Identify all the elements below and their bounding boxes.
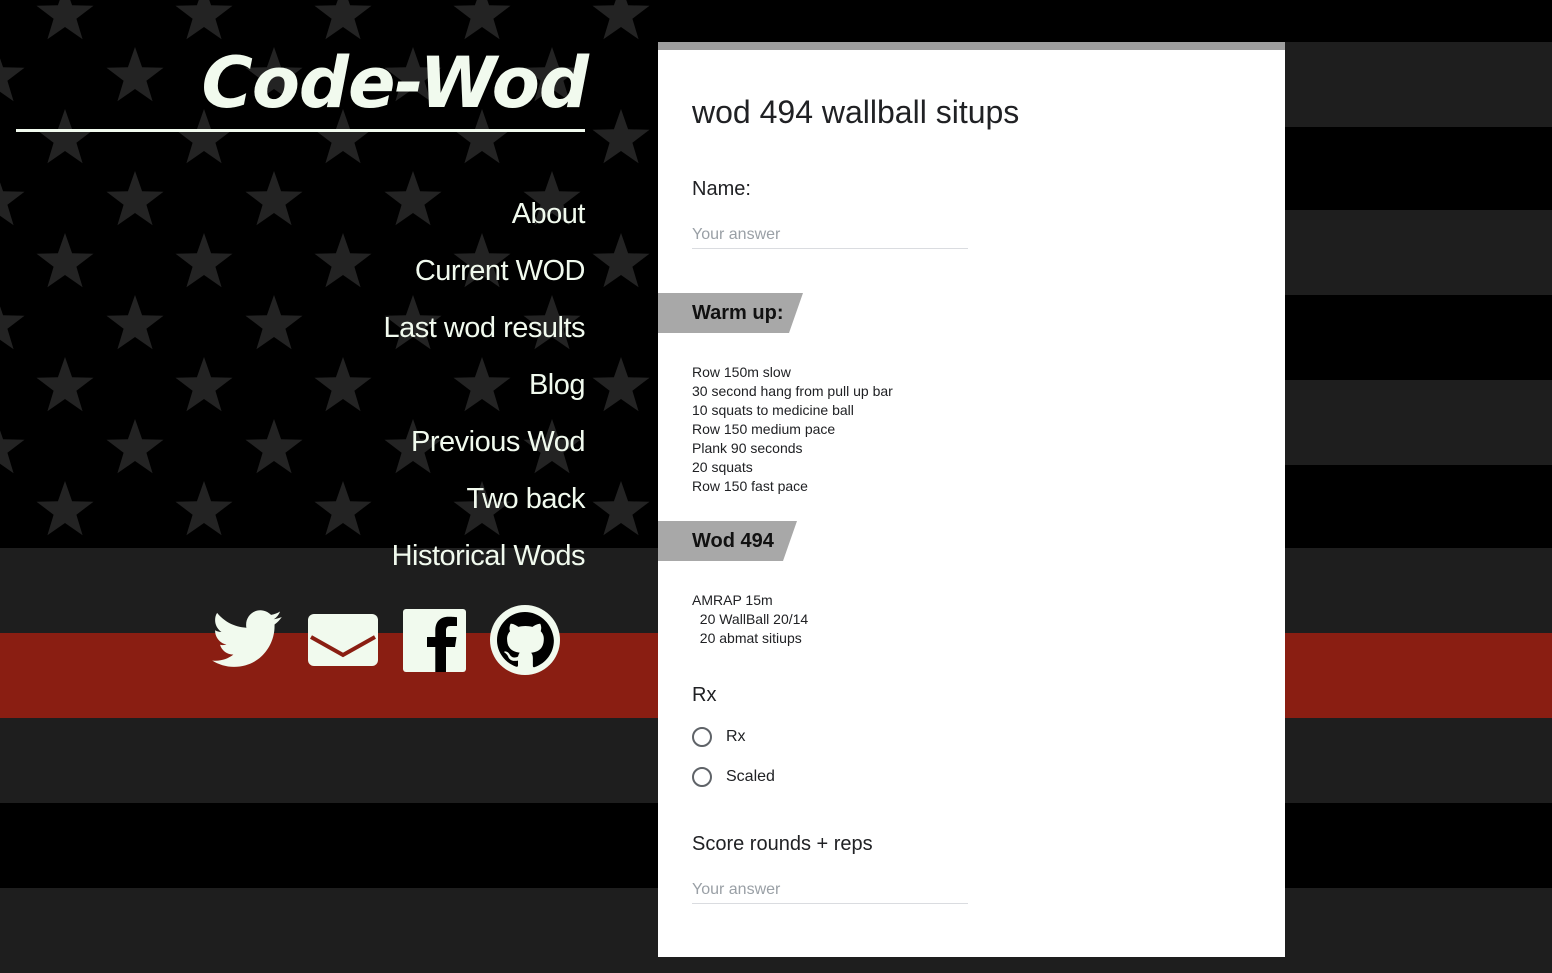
radio-label-scaled: Scaled bbox=[726, 768, 775, 785]
site-logo[interactable]: Code-Wod bbox=[150, 38, 589, 128]
form-title: wod 494 wallball situps bbox=[692, 94, 1020, 130]
nav-last-wod-results[interactable]: Last wod results bbox=[0, 304, 585, 361]
warmup-heading: Warm up: bbox=[692, 302, 784, 324]
radio-label-rx: Rx bbox=[726, 728, 746, 745]
nav-historical-wods[interactable]: Historical Wods bbox=[0, 532, 586, 589]
nav-two-back[interactable]: Two back bbox=[0, 475, 586, 532]
radio-circle[interactable] bbox=[692, 727, 712, 747]
facebook-icon[interactable] bbox=[403, 609, 466, 677]
rx-label: Rx bbox=[692, 684, 717, 706]
logo-divider bbox=[16, 129, 585, 132]
wod-heading: Wod 494 bbox=[692, 530, 774, 552]
social-links bbox=[0, 605, 600, 675]
nav-previous-wod[interactable]: Previous Wod bbox=[0, 418, 586, 475]
radio-option-rx[interactable]: Rx bbox=[692, 725, 746, 749]
github-icon[interactable] bbox=[490, 605, 560, 680]
radio-option-scaled[interactable]: Scaled bbox=[692, 765, 775, 789]
main-nav: About Current WOD Last wod results Blog … bbox=[0, 190, 585, 589]
nav-current-wod[interactable]: Current WOD bbox=[0, 247, 586, 304]
nav-about[interactable]: About bbox=[0, 190, 586, 247]
warmup-description: Row 150m slow 30 second hang from pull u… bbox=[692, 364, 893, 494]
nav-blog[interactable]: Blog bbox=[0, 361, 586, 418]
wod-header: Wod 494 bbox=[658, 521, 797, 561]
warmup-header: Warm up: bbox=[658, 293, 803, 333]
wod-description: AMRAP 15m 20 WallBall 20/14 20 abmat sit… bbox=[692, 592, 809, 646]
name-label: Name: bbox=[692, 178, 751, 200]
radio-circle[interactable] bbox=[692, 767, 712, 787]
twitter-icon[interactable] bbox=[212, 610, 282, 673]
name-input[interactable] bbox=[692, 226, 968, 249]
score-label: Score rounds + reps bbox=[692, 833, 873, 855]
mail-icon[interactable] bbox=[307, 613, 379, 672]
score-input[interactable] bbox=[692, 881, 968, 904]
wod-form-card: wod 494 wallball situps Name: Warm up: R… bbox=[658, 42, 1285, 957]
